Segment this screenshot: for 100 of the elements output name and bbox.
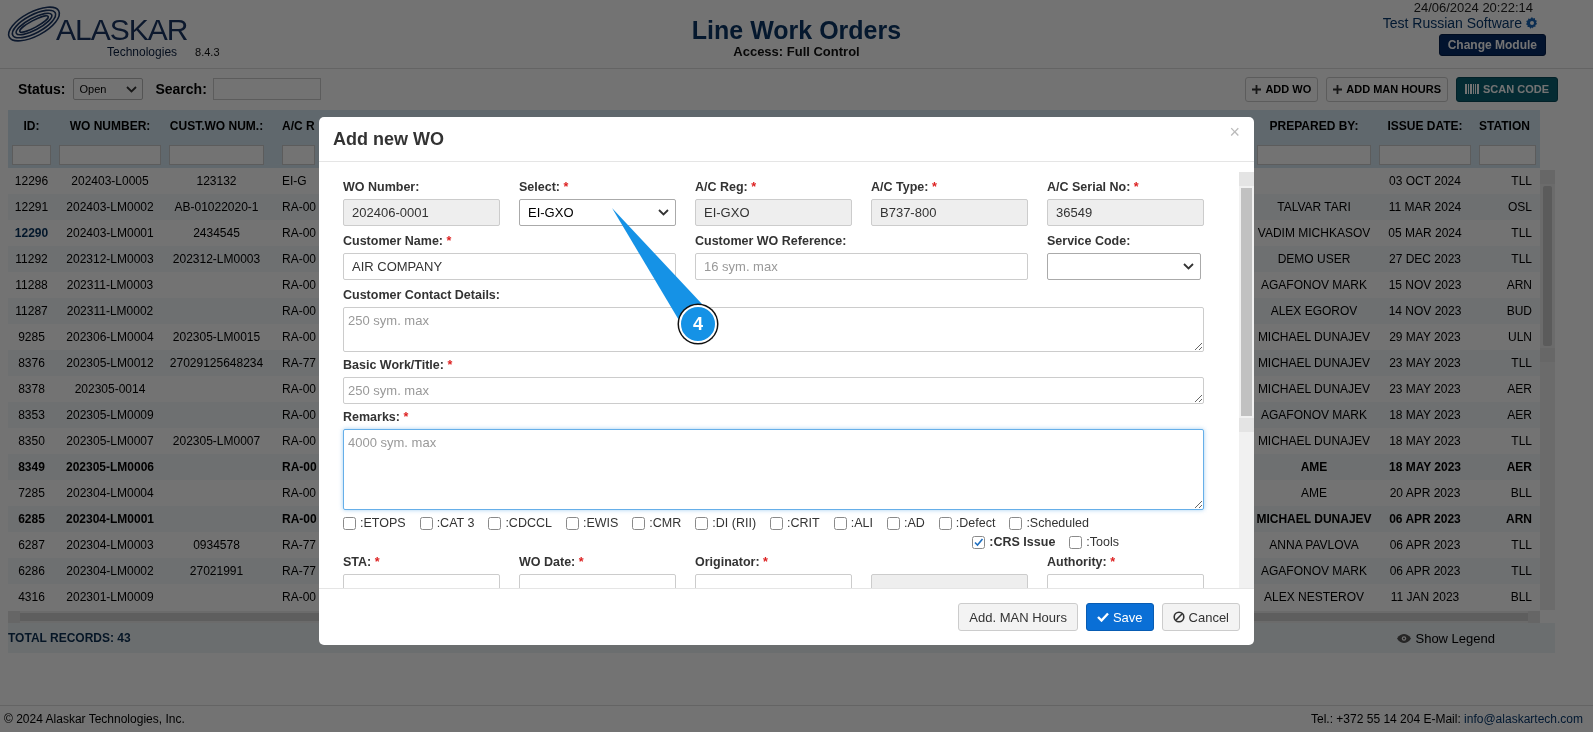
field-label: STA: *: [343, 555, 381, 571]
table-cell: 202304-LM0002: [66, 564, 154, 578]
page-title: Line Work Orders: [691, 16, 902, 44]
table-cell: 202403-LM0001: [66, 226, 154, 240]
table-cell[interactable]: 8378: [18, 382, 45, 396]
table-cell: 27 DEC 2023: [1388, 252, 1461, 266]
column-header[interactable]: STATION: [1475, 110, 1540, 142]
table-cell: BLL: [1510, 590, 1532, 604]
checkbox[interactable]: [833, 516, 847, 530]
input-field[interactable]: EI-GXO: [695, 199, 852, 226]
checkbox[interactable]: [419, 516, 433, 530]
input-field[interactable]: AIR COMPANY: [343, 253, 676, 280]
table-cell: 18 MAY 2023: [1388, 460, 1462, 474]
table-cell: RA-00: [282, 512, 317, 526]
cancel-button[interactable]: Cancel: [1161, 603, 1240, 631]
text-area[interactable]: 4000 sym. max: [343, 429, 1204, 510]
table-cell: 05 MAR 2024: [1388, 226, 1462, 240]
field-label: Select: *: [519, 180, 570, 196]
table-cell: 27021991: [189, 564, 244, 578]
column-header[interactable]: PREPARED BY:: [1253, 110, 1375, 142]
checkbox-label: :ALI: [850, 516, 873, 530]
table-cell: AB-01022020-1: [174, 200, 259, 214]
add-button[interactable]: ADD MAN HOURS: [1326, 76, 1448, 102]
table-cell: 18 MAY 2023: [1389, 408, 1461, 422]
table-cell[interactable]: 9285: [18, 330, 45, 344]
table-cell[interactable]: 12296: [14, 174, 49, 188]
input-field[interactable]: B737-800: [871, 199, 1028, 226]
table-cell: 23 MAY 2023: [1389, 356, 1461, 370]
table-cell[interactable]: 8350: [18, 434, 45, 448]
scrollbar[interactable]: [1540, 170, 1555, 610]
table-cell: AER: [1507, 382, 1532, 396]
table-cell: 202311-LM0003: [66, 278, 154, 292]
checkbox[interactable]: [695, 516, 709, 530]
checkbox-label: :DI (RII): [712, 516, 757, 530]
scan-code-button[interactable]: SCAN CODE: [1456, 76, 1558, 102]
input-field[interactable]: 202406-0001: [343, 199, 500, 226]
table-cell[interactable]: 6287: [18, 538, 45, 552]
checkbox[interactable]: [632, 516, 646, 530]
checkbox-label: :Tools: [1086, 535, 1119, 549]
save-button[interactable]: Save: [1085, 603, 1154, 631]
version-number: 8.4.3: [195, 46, 220, 58]
table-cell[interactable]: 12290: [14, 226, 49, 240]
checkbox[interactable]: [1009, 516, 1023, 530]
show-legend-link[interactable]: Show Legend: [1397, 630, 1495, 646]
change-module-button[interactable]: Change Module: [1438, 34, 1546, 56]
chevron-icon: [658, 209, 669, 216]
table-cell[interactable]: 4316: [18, 590, 45, 604]
column-header[interactable]: A/C R: [268, 110, 319, 142]
user-link[interactable]: Test Russian Software: [1382, 15, 1522, 31]
scrollbar-thumb[interactable]: [1241, 188, 1252, 416]
email-link[interactable]: info@alaskartech.com: [1464, 712, 1583, 726]
checkbox[interactable]: [938, 516, 952, 530]
field-label: Customer Name: *: [343, 234, 453, 250]
table-cell: 06 APR 2023: [1389, 564, 1461, 578]
table-cell[interactable]: 11288: [15, 278, 48, 292]
checkbox[interactable]: [1069, 535, 1083, 549]
checkbox-label: :CMR: [649, 516, 682, 530]
table-cell: 202305-LM0007: [172, 434, 261, 448]
chevron-icon: [1183, 263, 1194, 270]
field-label: WO Number:: [343, 180, 421, 196]
table-cell: MICHAEL DUNAJEV: [1257, 330, 1371, 344]
table-cell: TLL: [1511, 226, 1532, 240]
table-cell: AGAFONOV MARK: [1261, 408, 1367, 422]
table-cell: RA-00: [282, 486, 316, 500]
checkbox[interactable]: [488, 516, 502, 530]
column-header[interactable]: ISSUE DATE:: [1375, 110, 1475, 142]
table-cell: VADIM MICHKASOV: [1257, 226, 1371, 240]
input-field[interactable]: 36549: [1047, 199, 1204, 226]
dropdown[interactable]: EI-GXO: [519, 199, 676, 226]
copyright-text: © 2024 Alaskar Technologies, Inc.: [4, 712, 185, 726]
status-dropdown[interactable]: Open: [73, 78, 144, 100]
checkbox[interactable]: [886, 516, 900, 530]
table-cell: RA-00: [282, 200, 316, 214]
field-label: Authority: *: [1047, 555, 1117, 571]
table-cell: 202304-LM0001: [65, 512, 155, 526]
checkbox-label: :CRIT: [787, 516, 820, 530]
table-cell: RA-00: [282, 226, 316, 240]
table-cell: AER: [1506, 460, 1532, 474]
scrollbar[interactable]: [1239, 172, 1254, 588]
table-cell: ALEX NESTEROV: [1264, 590, 1364, 604]
table-cell[interactable]: 7285: [18, 486, 45, 500]
dropdown[interactable]: [1047, 253, 1201, 280]
table-cell: 18 MAY 2023: [1389, 434, 1461, 448]
plus-icon: [1252, 84, 1262, 94]
check-icon: [1096, 612, 1109, 622]
table-cell: 11 MAR 2024: [1388, 200, 1462, 214]
column-header[interactable]: ID:: [8, 110, 55, 142]
checkbox[interactable]: [770, 516, 784, 530]
table-cell: ANNA PAVLOVA: [1269, 538, 1359, 552]
table-cell: 202305-0014: [74, 382, 146, 396]
add-button[interactable]: ADD WO: [1245, 76, 1319, 102]
checkbox[interactable]: [343, 516, 356, 530]
column-header[interactable]: CUST.WO NUM.:: [165, 110, 268, 142]
text-area[interactable]: 250 sym. max: [343, 377, 1204, 404]
checkbox[interactable]: [565, 516, 579, 530]
checkbox[interactable]: [972, 535, 986, 549]
input-field[interactable]: 16 sym. max: [695, 253, 1028, 280]
add-hours-button[interactable]: Add. MAN Hours: [958, 603, 1078, 631]
column-header[interactable]: WO NUMBER:: [55, 110, 165, 142]
field-label: Service Code:: [1047, 234, 1132, 250]
